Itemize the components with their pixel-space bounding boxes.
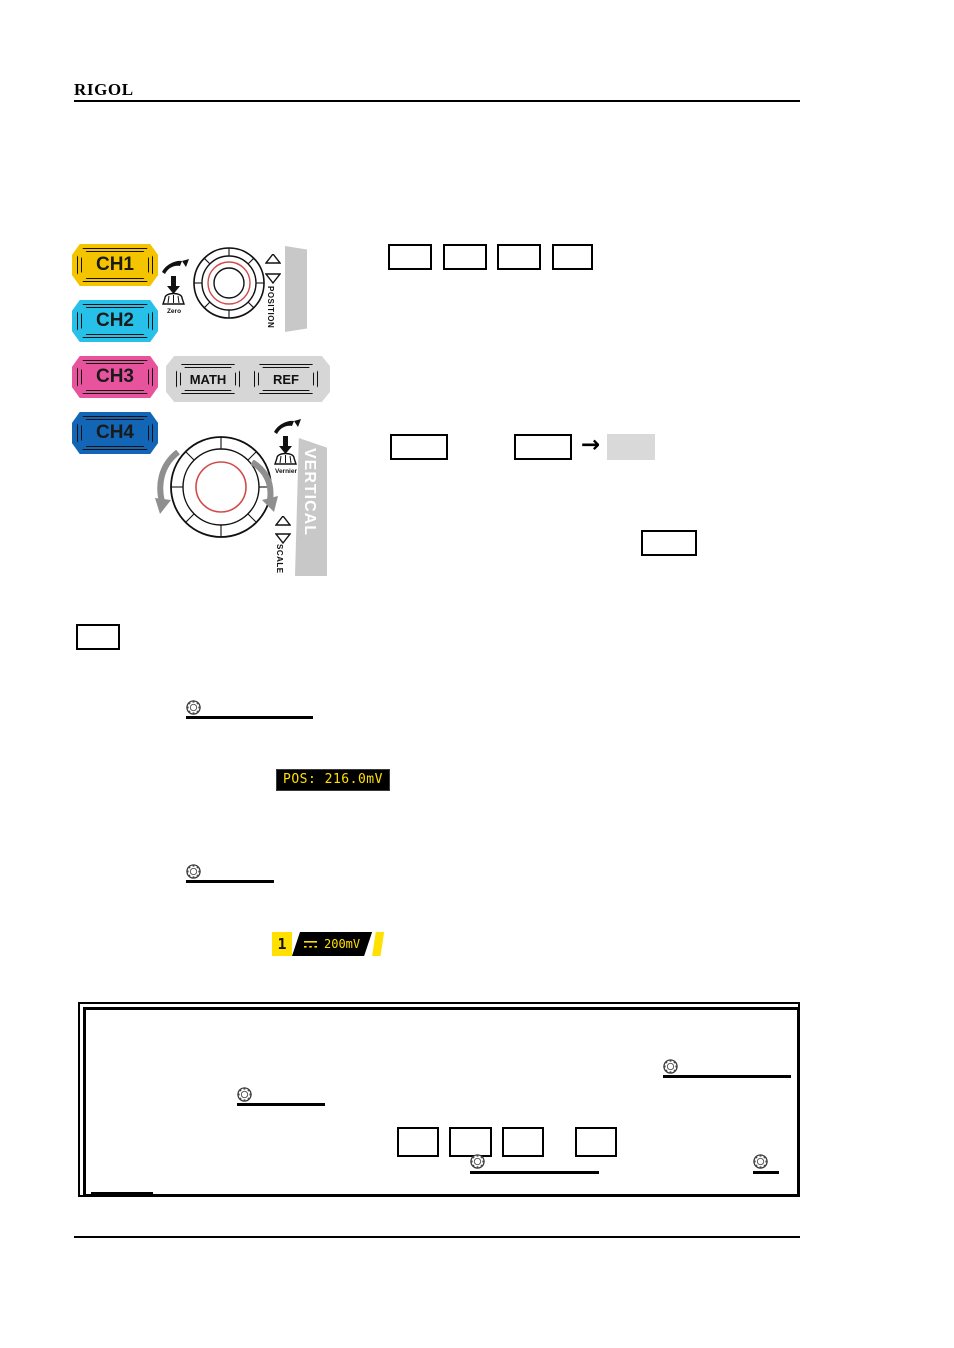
vertical-position-readout-badge: POS: 216.0mV (276, 769, 390, 791)
redacted-box-row3-1[interactable] (641, 530, 697, 556)
vertical-ribbon-top (285, 246, 307, 332)
ch1-label: CH1 (95, 254, 134, 275)
scale-label: SCALE (275, 544, 284, 574)
redacted-box-left[interactable] (76, 624, 120, 650)
redacted-box-row1-4[interactable] (552, 244, 593, 270)
note-knob-icon-top-right (663, 1059, 678, 1074)
press-zero-hint-icon (162, 259, 189, 305)
ch2-label: CH2 (95, 310, 134, 331)
channel-button-ch3[interactable]: CH3 (72, 356, 158, 398)
multifunction-knob-icon-2 (186, 864, 201, 879)
header-divider (74, 100, 800, 102)
redacted-underline-2 (186, 880, 274, 883)
vertical-position-knob[interactable] (192, 246, 266, 320)
math-label: MATH (189, 371, 227, 387)
multifunction-knob-icon-1 (186, 700, 201, 715)
channel-button-ch2[interactable]: CH2 (72, 300, 158, 342)
note-redacted-box-1[interactable] (397, 1127, 439, 1157)
redacted-box-row1-2[interactable] (443, 244, 487, 270)
footer-divider (74, 1236, 800, 1238)
channel-scale-value: 200mV (324, 937, 361, 951)
zero-label: Zero (166, 308, 182, 315)
front-panel-illustration: CH1 CH2 CH3 CH4 MATH REF Zero POSITION V… (60, 232, 350, 576)
position-updown-arrows-icon (265, 254, 281, 284)
brand-logo: RIGOL (74, 80, 134, 99)
channel-button-ch1[interactable]: CH1 (72, 244, 158, 286)
redacted-box-row1-1[interactable] (388, 244, 432, 270)
redacted-box-row2-2[interactable] (514, 434, 572, 460)
redacted-box-row2-highlight[interactable] (607, 434, 655, 460)
note-redacted-box-3[interactable] (502, 1127, 544, 1157)
note-knob-icon-bottom-right (753, 1154, 768, 1169)
channel-button-ch4[interactable]: CH4 (72, 412, 158, 454)
channel-number: 1 (272, 932, 292, 956)
note-knob-icon-mid-left (237, 1087, 252, 1102)
note-underline-mid-left (237, 1103, 325, 1106)
rotate-right-arrow-icon (250, 460, 278, 512)
redacted-box-row2-1[interactable] (390, 434, 448, 460)
note-underline-bottom-center (470, 1171, 599, 1174)
ref-button[interactable]: REF (250, 361, 322, 397)
math-button[interactable]: MATH (172, 361, 244, 397)
note-redacted-box-4[interactable] (575, 1127, 617, 1157)
redacted-box-row1-3[interactable] (497, 244, 541, 270)
scale-updown-arrows-icon (275, 516, 291, 544)
note-underline-bottom-right (753, 1171, 779, 1174)
manual-page: RIGOL CH1 CH2 CH3 CH4 MATH REF Zero POSI… (0, 0, 954, 1348)
channel-badge-tail (372, 932, 385, 956)
channel-badge-body: 200mV (292, 932, 373, 956)
note-underline-top-right (663, 1075, 791, 1078)
arrow-right-icon: → (581, 432, 601, 458)
ch4-label: CH4 (95, 422, 134, 443)
redacted-underline-1 (186, 716, 313, 719)
channel-scale-badge: 1 200mV (272, 932, 385, 956)
note-box (78, 1002, 800, 1197)
ref-label: REF (273, 371, 299, 387)
vertical-section-label: VERTICAL (301, 448, 318, 536)
note-redacted-box-2[interactable] (449, 1127, 492, 1157)
rotate-left-arrow-icon (155, 450, 180, 514)
dc-coupling-icon (304, 940, 317, 948)
note-underline-bottom-left (91, 1192, 153, 1196)
note-box-inner-border (83, 1007, 798, 1195)
ch3-label: CH3 (95, 366, 134, 387)
position-label: POSITION (266, 286, 275, 329)
note-knob-icon-bottom-center (470, 1154, 485, 1169)
